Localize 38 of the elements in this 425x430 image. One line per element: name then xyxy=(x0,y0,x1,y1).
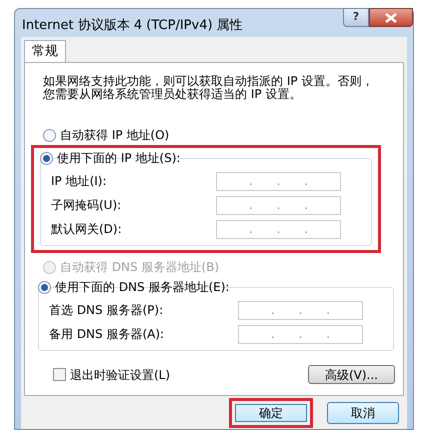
radio-button[interactable] xyxy=(43,128,56,142)
dot-separator: . xyxy=(326,302,330,319)
dot-separator: . xyxy=(276,173,280,190)
dot-separator: . xyxy=(270,302,275,319)
close-button[interactable] xyxy=(369,8,413,27)
help-button[interactable]: ? xyxy=(343,8,369,27)
dot-separator: . xyxy=(248,173,253,190)
radio-label: 自动获得 IP 地址(O) xyxy=(60,127,170,144)
radio-button[interactable] xyxy=(40,152,53,164)
radio-label: 使用下面的 DNS 服务器地址(E): xyxy=(55,279,230,296)
dot-separator: . xyxy=(276,221,280,238)
field-label: 备用 DNS 服务器(A): xyxy=(49,326,164,343)
radio-label: 使用下面的 IP 地址(S): xyxy=(57,150,180,167)
radio-button[interactable] xyxy=(38,280,51,294)
field-label: IP 地址(I): xyxy=(51,173,107,190)
dot-separator: . xyxy=(276,197,280,214)
dialog-button[interactable]: 取消 xyxy=(327,402,399,424)
dot-separator: . xyxy=(298,326,302,343)
checkbox[interactable] xyxy=(53,368,66,381)
dot-separator: . xyxy=(248,221,253,238)
advanced-button[interactable]: 高级(V)... xyxy=(308,365,395,384)
dot-separator: . xyxy=(304,197,308,214)
dialog-button[interactable]: 确定 xyxy=(229,398,313,428)
field-label: 子网掩码(U): xyxy=(51,197,122,214)
field-label: 首选 DNS 服务器(P): xyxy=(49,302,164,319)
tab[interactable]: 常规 xyxy=(24,40,66,62)
dot-separator: . xyxy=(304,173,308,190)
checkbox-label: 退出时验证设置(L) xyxy=(70,366,170,384)
dot-separator: . xyxy=(326,326,330,343)
dot-separator: . xyxy=(248,197,253,214)
description-text: 如果网络支持此功能，则可以获取自动指派的 IP 设置。否则，您需要从网络系统管理员处获得适当的 IP 设置。 xyxy=(42,75,374,101)
dot-separator: . xyxy=(298,302,302,319)
dot-separator: . xyxy=(304,221,308,238)
radio-label: 自动获得 DNS 服务器地址(B) xyxy=(60,259,220,276)
window-title: Internet 协议版本 4 (TCP/IPv4) 属性 xyxy=(21,17,243,36)
field-label: 默认网关(D): xyxy=(51,221,122,238)
close-icon xyxy=(385,12,397,22)
dot-separator: . xyxy=(270,326,275,343)
